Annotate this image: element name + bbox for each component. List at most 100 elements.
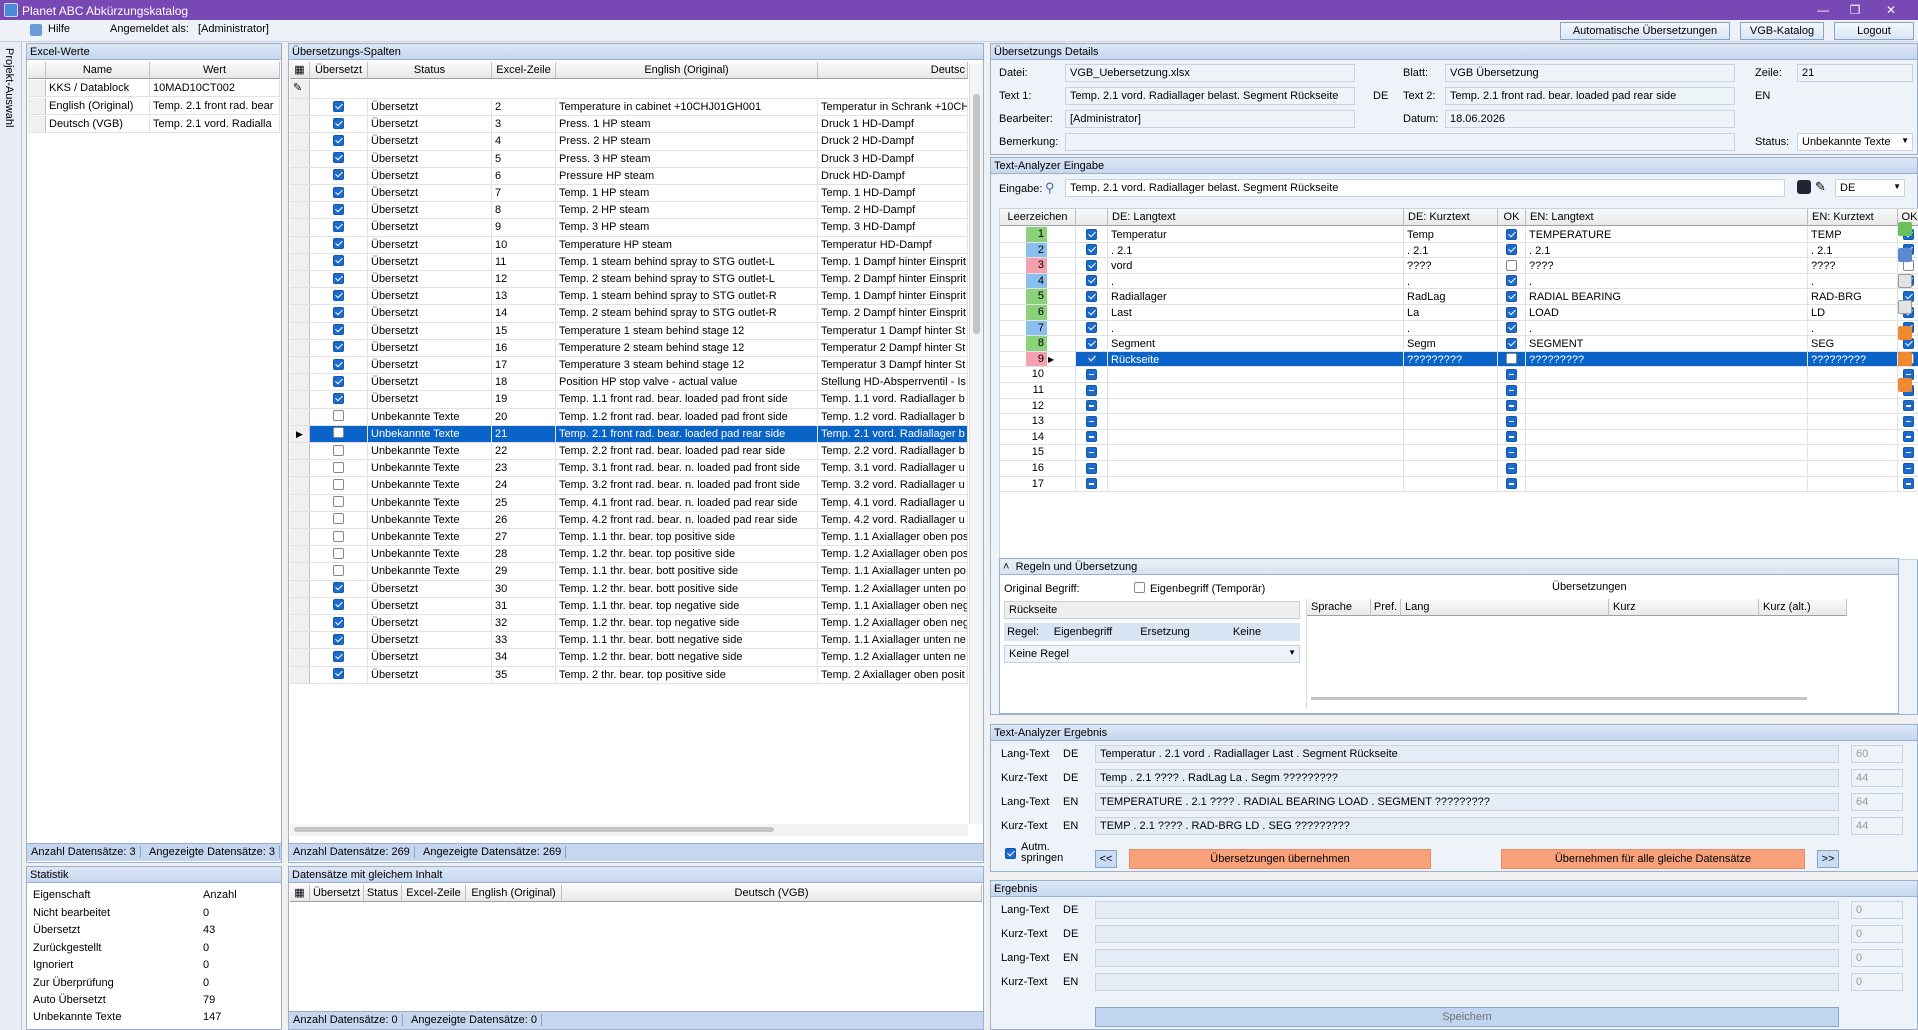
en-kurztext-cell[interactable] xyxy=(1808,367,1898,382)
table-row[interactable]: Übersetzt 5 Press. 3 HP steam Druck 3 HD… xyxy=(290,150,968,168)
analyzer-row[interactable]: 5 Radiallager RadLag RADIAL BEARING RAD-… xyxy=(1000,289,1918,305)
analyzer-row[interactable]: 2 . 2.1 . 2.1 . 2.1 . 2.1 xyxy=(1000,242,1918,259)
table-row[interactable]: Unbekannte Texte 28 Temp. 1.2 thr. bear.… xyxy=(290,546,968,564)
en-langtext-cell[interactable] xyxy=(1526,461,1808,476)
prev-button[interactable]: << xyxy=(1095,850,1117,868)
en-kurztext-cell[interactable] xyxy=(1808,476,1898,492)
result-text[interactable]: Temp . 2.1 ???? . RadLag La . Segm ?????… xyxy=(1095,769,1839,787)
rules-header[interactable]: ˄ Regeln und Übersetzung xyxy=(1000,559,1898,575)
uebersetzt-checkbox[interactable] xyxy=(333,496,344,508)
col-english[interactable]: English (Original) xyxy=(556,62,818,79)
table-row[interactable]: Übersetzt 8 Temp. 2 HP steam Temp. 2 HD-… xyxy=(290,202,968,220)
analyzer-row[interactable]: 7 . . . . xyxy=(1000,320,1918,337)
en-langtext-cell[interactable]: LOAD xyxy=(1526,305,1808,320)
de-langtext-cell[interactable] xyxy=(1108,461,1404,476)
col-lang[interactable]: Lang xyxy=(1401,599,1609,616)
ok-checkbox[interactable] xyxy=(1506,337,1517,349)
analyzer-row[interactable]: 11 xyxy=(1000,383,1918,399)
uebersetzt-checkbox[interactable] xyxy=(333,461,344,473)
de-langtext-cell[interactable] xyxy=(1108,383,1404,398)
table-row[interactable]: Übersetzt 9 Temp. 3 HP steam Temp. 3 HD-… xyxy=(290,219,968,237)
de-kurztext-cell[interactable]: Temp xyxy=(1404,227,1498,242)
uebersetzt-checkbox[interactable] xyxy=(333,392,344,404)
de-kurztext-cell[interactable] xyxy=(1404,367,1498,382)
magnifier-icon[interactable]: ⚲ xyxy=(1045,180,1055,196)
row-checkbox[interactable] xyxy=(1086,244,1097,256)
row-checkbox[interactable] xyxy=(1086,290,1097,302)
de-kurztext-cell[interactable] xyxy=(1404,383,1498,398)
uebersetzt-checkbox[interactable] xyxy=(333,152,344,164)
take-all-button[interactable]: Übernehmen für alle gleiche Datensätze xyxy=(1501,849,1805,869)
ok-checkbox[interactable] xyxy=(1506,306,1517,318)
ok2-checkbox[interactable] xyxy=(1903,431,1914,443)
move-down-icon[interactable] xyxy=(1898,300,1912,314)
table-row[interactable]: Übersetzt 33 Temp. 1.1 thr. bear. bott n… xyxy=(290,632,968,650)
de-kurztext-cell[interactable] xyxy=(1404,398,1498,414)
ok2-checkbox[interactable] xyxy=(1903,415,1914,427)
table-row[interactable]: Übersetzt 18 Position HP stop valve - ac… xyxy=(290,374,968,392)
analyzer-row[interactable]: 9 ▶ Rückseite ????????? ????????? ??????… xyxy=(1000,351,1918,368)
uebersetzt-checkbox[interactable] xyxy=(333,324,344,336)
en-langtext-cell[interactable] xyxy=(1526,476,1808,492)
de-langtext-cell[interactable]: Radiallager xyxy=(1108,289,1404,304)
result-text[interactable]: Temperatur . 2.1 vord . Radiallager Last… xyxy=(1095,745,1839,763)
ok-checkbox[interactable] xyxy=(1506,415,1517,427)
en-langtext-cell[interactable]: . xyxy=(1526,320,1808,336)
analyzer-row[interactable]: 14 xyxy=(1000,429,1918,446)
analyzer-row[interactable]: 17 xyxy=(1000,476,1918,493)
ok-checkbox[interactable] xyxy=(1506,322,1517,334)
row-checkbox[interactable] xyxy=(1086,384,1097,396)
uebersetzt-checkbox[interactable] xyxy=(333,547,344,559)
uebersetzt-checkbox[interactable] xyxy=(333,306,344,318)
vgb-catalog-button[interactable]: VGB-Katalog xyxy=(1740,22,1824,40)
en-langtext-cell[interactable]: ????????? xyxy=(1526,351,1808,367)
excel-row[interactable]: English (Original) Temp. 2.1 front rad. … xyxy=(28,98,280,116)
excel-row[interactable]: KKS / Datablock 10MAD10CT002 xyxy=(28,80,280,98)
blatt-field[interactable]: VGB Übersetzung xyxy=(1445,64,1735,82)
ok2-checkbox[interactable] xyxy=(1903,446,1914,458)
en-langtext-cell[interactable] xyxy=(1526,383,1808,398)
final-text[interactable] xyxy=(1095,901,1839,919)
ok2-checkbox[interactable] xyxy=(1903,400,1914,412)
row-checkbox[interactable] xyxy=(1086,368,1097,380)
translation-hscrollbar[interactable] xyxy=(290,824,968,836)
table-row[interactable]: Übersetzt 31 Temp. 1.1 thr. bear. top ne… xyxy=(290,597,968,615)
table-row[interactable]: Übersetzt 3 Press. 1 HP steam Druck 1 HD… xyxy=(290,116,968,134)
table-row[interactable]: Unbekannte Texte 27 Temp. 1.1 thr. bear.… xyxy=(290,529,968,547)
ok-checkbox[interactable] xyxy=(1506,259,1517,271)
uebersetzt-checkbox[interactable] xyxy=(333,375,344,387)
de-langtext-cell[interactable]: . xyxy=(1108,273,1404,289)
filter-row[interactable]: ✎ xyxy=(290,80,968,99)
translation-scrollbar[interactable] xyxy=(969,64,983,824)
eigenbegriff-checkbox[interactable] xyxy=(1134,581,1145,593)
project-select-strip[interactable]: Projekt-Auswahl xyxy=(0,42,22,1030)
ok2-checkbox[interactable] xyxy=(1903,478,1914,490)
uebersetzt-checkbox[interactable] xyxy=(333,427,344,439)
col-pref[interactable]: Pref. xyxy=(1371,599,1401,616)
same-grid-settings-icon[interactable]: ▦ xyxy=(290,885,310,902)
table-row[interactable]: Übersetzt 35 Temp. 2 thr. bear. top posi… xyxy=(290,666,968,684)
de-kurztext-cell[interactable]: . 2.1 xyxy=(1404,242,1498,258)
en-langtext-cell[interactable]: ???? xyxy=(1526,258,1808,273)
de-langtext-cell[interactable] xyxy=(1108,367,1404,382)
result-text[interactable]: TEMPERATURE . 2.1 ???? . RADIAL BEARING … xyxy=(1095,793,1839,811)
en-langtext-cell[interactable] xyxy=(1526,414,1808,429)
en-langtext-cell[interactable]: TEMPERATURE xyxy=(1526,227,1808,242)
back-icon[interactable] xyxy=(1898,378,1912,392)
de-langtext-cell[interactable] xyxy=(1108,445,1404,460)
uebersetzt-checkbox[interactable] xyxy=(333,513,344,525)
ok-checkbox[interactable] xyxy=(1506,275,1517,287)
delete-icon[interactable] xyxy=(1898,248,1912,262)
row-checkbox[interactable] xyxy=(1086,353,1097,365)
en-langtext-cell[interactable]: RADIAL BEARING xyxy=(1526,289,1808,304)
table-row[interactable]: Übersetzt 2 Temperature in cabinet +10CH… xyxy=(290,99,968,117)
auto-translations-button[interactable]: Automatische Übersetzungen xyxy=(1560,22,1730,40)
de-langtext-cell[interactable] xyxy=(1108,398,1404,414)
uebersetzt-checkbox[interactable] xyxy=(333,616,344,628)
row-checkbox[interactable] xyxy=(1086,431,1097,443)
uebersetzt-checkbox[interactable] xyxy=(333,358,344,370)
de-langtext-cell[interactable]: Segment xyxy=(1108,336,1404,351)
add-icon[interactable] xyxy=(1898,222,1912,236)
uebersetzt-checkbox[interactable] xyxy=(333,564,344,576)
row-checkbox[interactable] xyxy=(1086,306,1097,318)
